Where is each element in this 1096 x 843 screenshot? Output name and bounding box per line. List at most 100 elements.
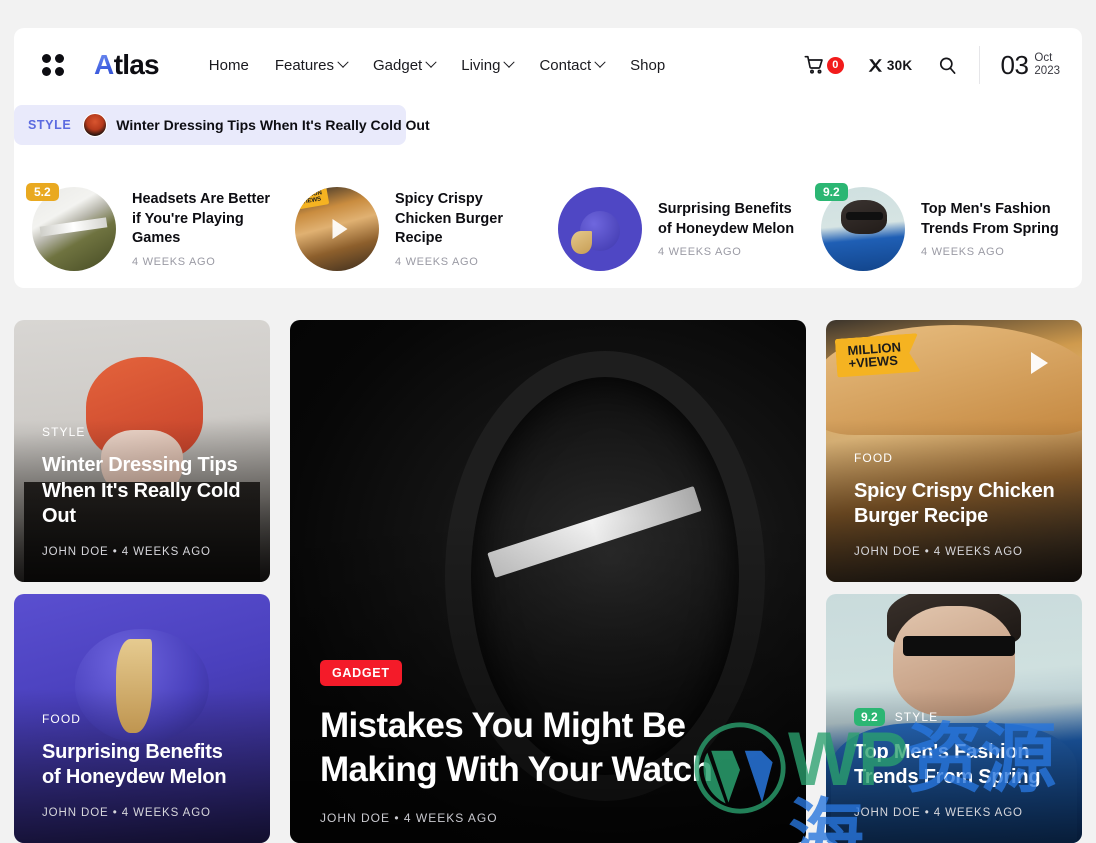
header-actions: 0 30K 03 Oct 2023 — [804, 46, 1082, 84]
card-meta: JOHN DOE • 4 WEEKS AGO — [854, 807, 1023, 819]
nav-label: Contact — [539, 56, 592, 74]
trending-thumbnail-wrap: MILLION +VIEWS — [295, 187, 379, 271]
x-twitter-icon — [868, 58, 882, 72]
trending-thumbnail-wrap: 9.2 — [815, 183, 905, 271]
nav-item-contact[interactable]: Contact — [539, 56, 606, 74]
card-title: Surprising Benefits of Honeydew Melon — [42, 740, 227, 789]
article-card-mens-fashion[interactable]: 9.2 STYLE Top Men's Fashion Trends From … — [826, 594, 1082, 843]
nav-label: Shop — [630, 56, 666, 74]
article-card-winter-dressing[interactable]: STYLE Winter Dressing Tips When It's Rea… — [14, 320, 270, 582]
card-meta: JOHN DOE • 4 WEEKS AGO — [42, 546, 211, 558]
search-icon — [940, 57, 956, 74]
cart-button[interactable]: 0 — [804, 55, 844, 75]
main-navigation: Home Features Gadget Living Contact Shop — [209, 57, 665, 74]
trending-date: 4 WEEKS AGO — [395, 255, 479, 268]
trending-date: 4 WEEKS AGO — [132, 255, 216, 268]
nav-item-shop[interactable]: Shop — [630, 57, 665, 74]
chevron-down-icon — [337, 56, 349, 68]
card-content: 9.2 STYLE Top Men's Fashion Trends From … — [854, 707, 1058, 819]
trending-title: Headsets Are Better if You're Playing Ga… — [132, 191, 271, 247]
date-month: Oct — [1034, 51, 1053, 64]
card-meta: JOHN DOE • 4 WEEKS AGO — [320, 811, 498, 825]
chevron-down-icon — [594, 56, 606, 68]
nav-item-features[interactable]: Features — [274, 56, 349, 74]
trending-bar: 5.2 Headsets Are Better if You're Playin… — [14, 170, 1082, 288]
trending-thumbnail-wrap — [558, 187, 642, 271]
nav-label: Gadget — [373, 56, 423, 74]
card-content: FOOD Spicy Crispy Chicken Burger Recipe … — [854, 451, 1058, 558]
score-badge: 9.2 — [854, 707, 885, 726]
card-category-badge: GADGET — [320, 660, 402, 687]
article-card-watch-mistakes[interactable]: GADGET Mistakes You Might Be Making With… — [290, 320, 806, 843]
score-badge: 5.2 — [26, 183, 59, 201]
trending-text: Top Men's Fashion Trends From Spring 4 W… — [921, 200, 1066, 258]
cart-count-badge: 0 — [826, 56, 844, 74]
nav-label: Living — [461, 56, 501, 74]
million-views-ribbon: MILLION +VIEWS — [835, 333, 921, 377]
grid-menu-icon[interactable] — [42, 54, 64, 76]
article-card-spicy-burger[interactable]: MILLION +VIEWS FOOD Spicy Crispy Chicken… — [826, 320, 1082, 582]
trending-title: Surprising Benefits of Honeydew Melon — [658, 200, 795, 237]
card-category: FOOD — [42, 711, 82, 726]
trending-title: Top Men's Fashion Trends From Spring — [921, 200, 1059, 237]
logo-text: tlas — [113, 49, 160, 80]
nav-item-home[interactable]: Home — [209, 57, 249, 74]
play-button-icon[interactable] — [1031, 352, 1048, 374]
article-card-honeydew-melon[interactable]: FOOD Surprising Benefits of Honeydew Mel… — [14, 594, 270, 843]
ticker-thumbnail-avatar — [83, 113, 108, 137]
date-year: 2023 — [1034, 65, 1060, 77]
trending-text: Surprising Benefits of Honeydew Melon 4 … — [658, 200, 803, 258]
nav-item-gadget[interactable]: Gadget — [373, 56, 437, 74]
card-category: FOOD — [854, 450, 894, 465]
trending-title: Spicy Crispy Chicken Burger Recipe — [395, 191, 503, 247]
card-title: Mistakes You Might Be Making With Your W… — [320, 706, 713, 789]
card-content: STYLE Winter Dressing Tips When It's Rea… — [42, 425, 246, 558]
card-category: STYLE — [42, 425, 86, 440]
ribbon-line-2: +VIEWS — [848, 352, 899, 372]
nav-label: Home — [208, 56, 249, 74]
nav-item-living[interactable]: Living — [461, 56, 516, 74]
trending-date: 4 WEEKS AGO — [921, 246, 1005, 259]
million-views-ribbon: MILLION +VIEWS — [295, 187, 329, 210]
trending-thumbnail-wrap: 5.2 — [26, 183, 116, 271]
chevron-down-icon — [425, 56, 437, 68]
news-ticker[interactable]: STYLE Winter Dressing Tips When It's Rea… — [14, 105, 430, 145]
ticker-area: STYLE Winter Dressing Tips When It's Rea… — [14, 102, 1082, 170]
date-month-year: Oct 2023 — [1034, 52, 1060, 78]
card-content: FOOD Surprising Benefits of Honeydew Mel… — [42, 712, 246, 819]
x-follower-count: 30K — [886, 57, 913, 73]
trending-date: 4 WEEKS AGO — [658, 246, 742, 259]
trending-text: Headsets Are Better if You're Playing Ga… — [132, 190, 277, 268]
trending-item-fashion[interactable]: 9.2 Top Men's Fashion Trends From Spring… — [803, 183, 1066, 271]
card-meta: JOHN DOE • 4 WEEKS AGO — [854, 546, 1023, 558]
burger-thumbnail: MILLION +VIEWS — [295, 187, 379, 271]
search-button[interactable] — [938, 56, 957, 75]
card-category-row: 9.2 STYLE — [854, 707, 1058, 726]
shopping-cart-icon — [804, 55, 823, 74]
ticker-category: STYLE — [28, 118, 72, 132]
header-divider — [979, 46, 981, 84]
trending-item-headsets[interactable]: 5.2 Headsets Are Better if You're Playin… — [14, 183, 277, 271]
current-date: 03 Oct 2023 — [1000, 50, 1060, 81]
score-badge: 9.2 — [815, 183, 848, 201]
page-root: A tlas Home Features Gadget Living Conta… — [0, 0, 1096, 843]
trending-item-burger[interactable]: MILLION +VIEWS Spicy Crispy Chicken Burg… — [277, 187, 540, 271]
card-meta: JOHN DOE • 4 WEEKS AGO — [42, 807, 211, 819]
logo-letter-a: A — [94, 49, 114, 80]
card-title: Spicy Crispy Chicken Burger Recipe — [854, 479, 1055, 528]
trending-item-melon[interactable]: Surprising Benefits of Honeydew Melon 4 … — [540, 187, 803, 271]
card-title: Top Men's Fashion Trends From Spring — [854, 740, 1041, 789]
trending-text: Spicy Crispy Chicken Burger Recipe 4 WEE… — [395, 190, 540, 268]
card-category: STYLE — [894, 709, 939, 724]
card-title: Winter Dressing Tips When It's Really Co… — [42, 454, 241, 528]
site-logo[interactable]: A tlas — [94, 49, 160, 81]
date-day: 03 — [1000, 49, 1029, 80]
nav-label: Features — [274, 56, 335, 74]
ticker-headline: Winter Dressing Tips When It's Really Co… — [116, 117, 430, 133]
card-content: GADGET Mistakes You Might Be Making With… — [320, 660, 776, 825]
play-button-icon[interactable] — [332, 219, 348, 239]
x-social-link[interactable]: 30K — [868, 58, 913, 73]
chevron-down-icon — [503, 56, 516, 68]
melon-thumbnail — [558, 187, 642, 271]
site-header: A tlas Home Features Gadget Living Conta… — [14, 28, 1082, 102]
